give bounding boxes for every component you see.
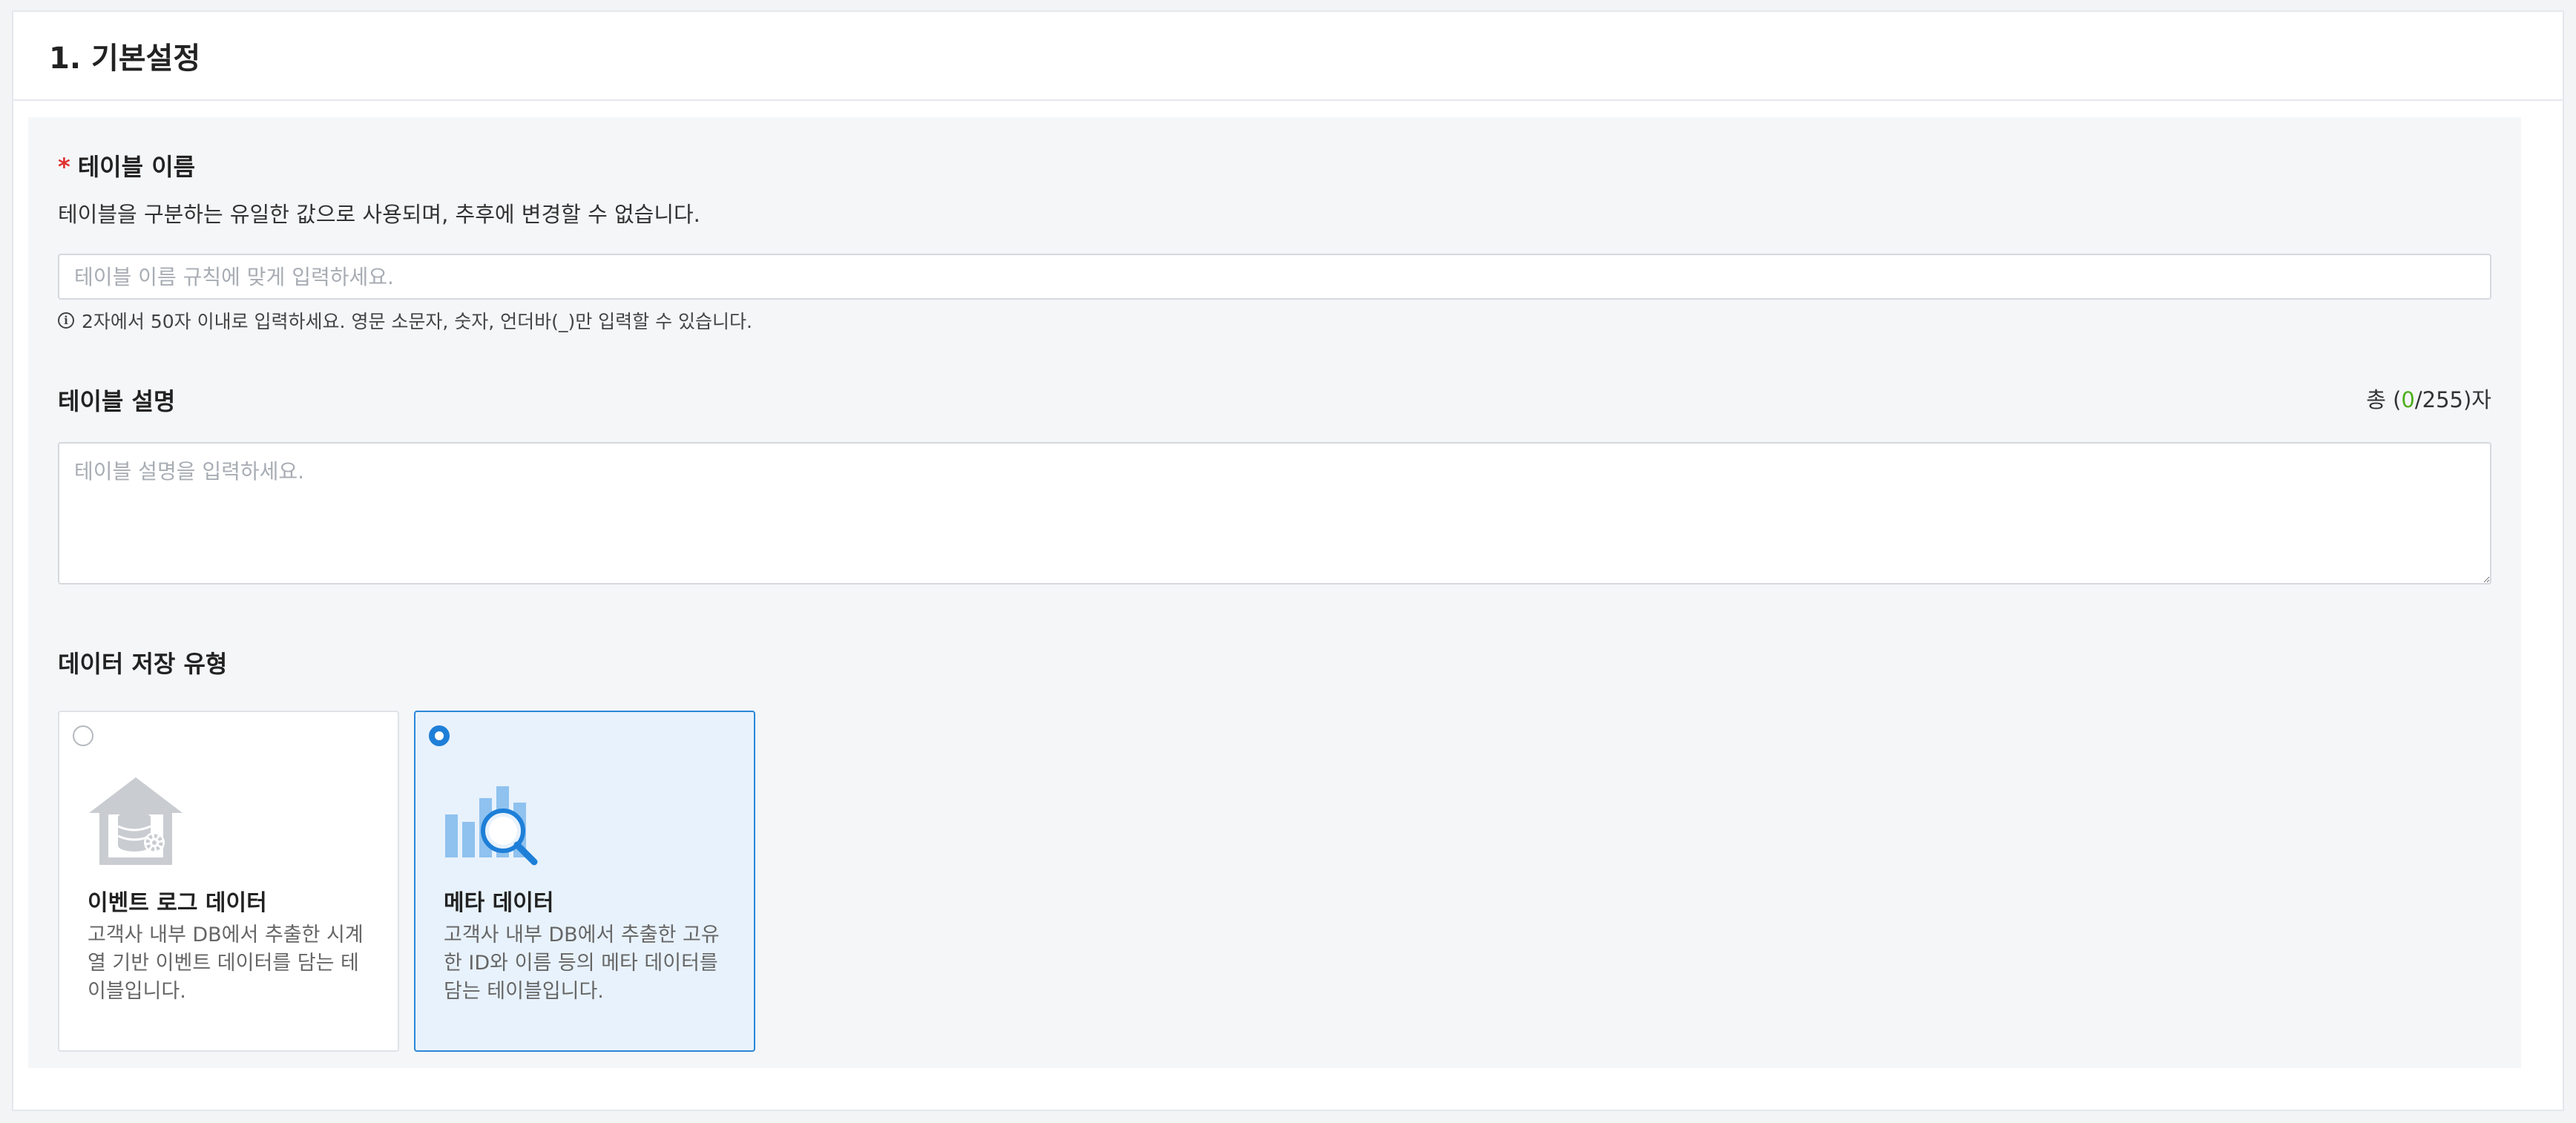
- settings-panel: * 테이블 이름 테이블을 구분하는 유일한 값으로 사용되며, 추후에 변경할 …: [28, 117, 2521, 1068]
- meta-radio[interactable]: [429, 725, 450, 746]
- table-name-hint-text: 2자에서 50자 이내로 입력하세요. 영문 소문자, 숫자, 언더바(_)만 …: [82, 311, 752, 332]
- table-name-label-text: 테이블 이름: [77, 153, 196, 181]
- required-mark: *: [58, 153, 70, 181]
- storage-option-meta[interactable]: 메타 데이터 고객사 내부 DB에서 추출한 고유한 ID와 이름 등의 메타 …: [414, 711, 755, 1052]
- counter-prefix: 총 (: [2366, 387, 2402, 412]
- card-header: 1. 기본설정: [13, 12, 2563, 101]
- table-name-label: * 테이블 이름: [58, 148, 195, 182]
- table-name-input[interactable]: [58, 254, 2491, 300]
- database-house-icon: [89, 777, 183, 865]
- meta-description: 고객사 내부 DB에서 추출한 고유한 ID와 이름 등의 메타 데이터를 담는…: [444, 923, 720, 1003]
- meta-title: 메타 데이터: [444, 890, 554, 916]
- table-name-description: 테이블을 구분하는 유일한 값으로 사용되며, 추후에 변경할 수 없습니다.: [58, 202, 700, 227]
- info-icon: i: [58, 312, 74, 329]
- event-log-title: 이벤트 로그 데이터: [88, 890, 267, 916]
- table-name-hint: i 2자에서 50자 이내로 입력하세요. 영문 소문자, 숫자, 언더바(_)…: [58, 307, 752, 334]
- event-log-radio[interactable]: [73, 725, 93, 746]
- event-log-description: 고객사 내부 DB에서 추출한 시계열 기반 이벤트 데이터를 담는 테이블입니…: [88, 923, 364, 1003]
- table-description-label: 테이블 설명: [58, 387, 176, 415]
- storage-option-event-log[interactable]: 이벤트 로그 데이터 고객사 내부 DB에서 추출한 시계열 기반 이벤트 데이…: [58, 711, 399, 1052]
- section-title: 1. 기본설정: [49, 42, 201, 76]
- counter-current: 0: [2401, 387, 2415, 412]
- chart-search-icon: [445, 786, 538, 866]
- storage-type-label: 데이터 저장 유형: [58, 650, 228, 678]
- character-counter: 총 (0/255)자: [2366, 383, 2491, 414]
- counter-suffix: /255)자: [2414, 387, 2491, 412]
- table-description-textarea[interactable]: [58, 442, 2491, 584]
